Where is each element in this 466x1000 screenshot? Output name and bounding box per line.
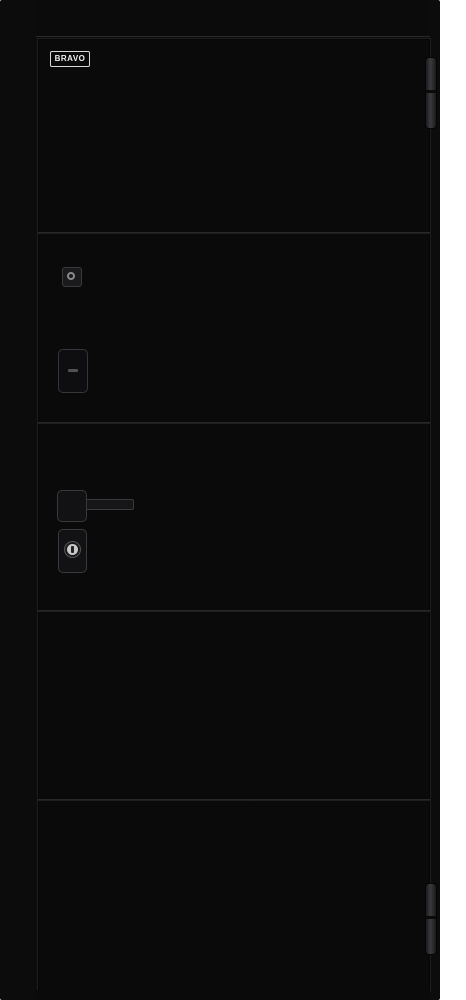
panel-groove xyxy=(38,232,430,234)
brand-logo: BRAVO xyxy=(50,51,90,67)
frame-top-strip xyxy=(36,0,430,37)
keyhole-icon xyxy=(67,544,78,555)
frame-bottom xyxy=(36,990,430,1000)
product-image: BRAVO xyxy=(0,0,466,1000)
hinge-top-icon xyxy=(425,57,437,129)
cylinder-lock-icon xyxy=(58,529,87,573)
handle-rosette xyxy=(57,490,87,522)
panel-groove xyxy=(38,610,430,612)
hinge-bottom-icon xyxy=(425,883,437,955)
peephole-icon xyxy=(62,267,82,287)
door-leaf: BRAVO xyxy=(37,38,431,992)
panel-groove xyxy=(38,422,430,424)
panel-groove xyxy=(38,799,430,801)
upper-lock-icon xyxy=(58,349,88,393)
